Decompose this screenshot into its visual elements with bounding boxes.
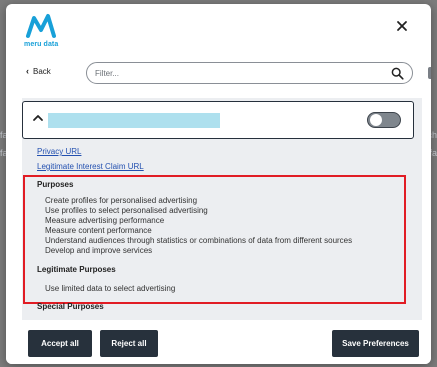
legitimate-interest-link[interactable]: Legitimate Interest Claim URL: [37, 162, 144, 171]
toggle-knob: [370, 114, 382, 126]
chevron-up-icon[interactable]: [32, 112, 44, 124]
highlight-box: [23, 175, 406, 304]
chevron-left-icon: ‹: [26, 66, 29, 76]
accept-all-button[interactable]: Accept all: [28, 330, 92, 357]
back-label: Back: [33, 67, 51, 76]
scrollbar[interactable]: [427, 59, 431, 324]
scrollbar-thumb[interactable]: [428, 67, 431, 79]
vendor-consent-toggle[interactable]: [367, 112, 401, 128]
privacy-url-link[interactable]: Privacy URL: [37, 147, 81, 156]
meru-data-logo: meru data: [24, 12, 58, 50]
filter-field[interactable]: [86, 62, 413, 84]
meru-logo-mark-icon: [26, 14, 56, 38]
search-icon[interactable]: [391, 67, 404, 80]
filter-input[interactable]: [95, 66, 385, 81]
close-button[interactable]: [394, 18, 410, 34]
consent-preferences-modal: meru data ‹ Back Privacy URL Legitimate I…: [6, 4, 431, 364]
save-preferences-button[interactable]: Save Preferences: [332, 330, 419, 357]
back-button[interactable]: ‹ Back: [26, 66, 51, 76]
close-icon: [397, 21, 407, 31]
vendor-name-redacted: [48, 113, 220, 128]
vendor-accordion-header[interactable]: [22, 101, 414, 139]
reject-all-button[interactable]: Reject all: [100, 330, 158, 357]
logo-text: meru data: [24, 41, 59, 48]
special-purposes-heading: Special Purposes: [37, 302, 104, 311]
